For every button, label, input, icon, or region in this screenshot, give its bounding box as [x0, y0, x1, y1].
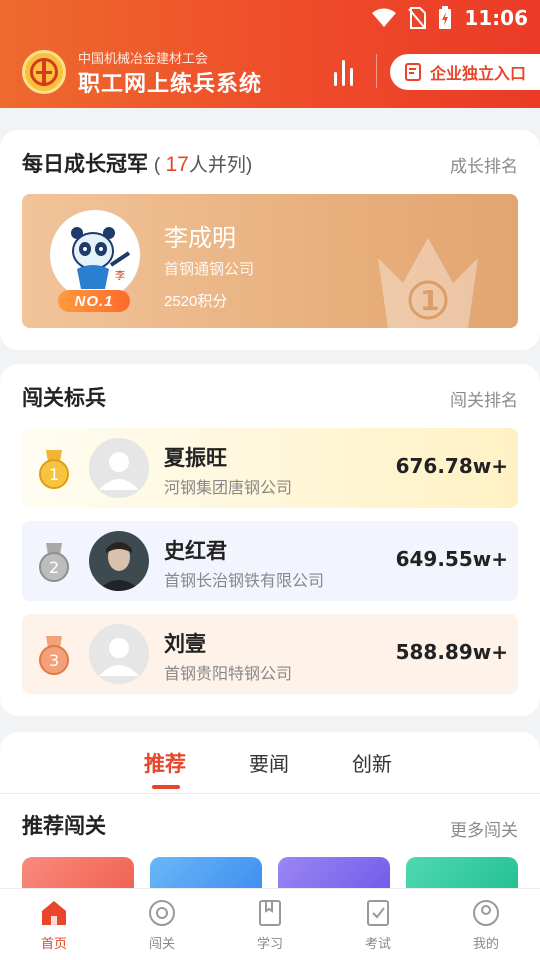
nav-profile[interactable]: 我的 [456, 899, 516, 952]
champion-section-title: 每日成长冠军 ( 17人并列) [22, 153, 253, 176]
user-icon [473, 900, 499, 926]
svg-text:1: 1 [420, 284, 439, 317]
edit-document-icon [405, 63, 421, 81]
home-icon [42, 901, 66, 925]
nav-home[interactable]: 首页 [24, 899, 84, 952]
checkpoint-section-title: 闯关标兵 [22, 387, 106, 410]
champion-name: 李成明 [164, 225, 236, 252]
active-tab-indicator [152, 785, 180, 789]
bar-chart-icon [334, 72, 337, 86]
rank-company: 首钢长治钢铁有限公司 [164, 573, 325, 590]
app-title: 职工网上练兵系统 [78, 71, 263, 96]
default-avatar [89, 438, 149, 498]
checkpoint-ranking-link[interactable]: 闯关排名 [450, 386, 518, 411]
svg-text:2: 2 [49, 558, 59, 577]
more-checkpoints-link[interactable]: 更多闯关 [450, 816, 518, 841]
champion-avatar: 李 [50, 210, 140, 300]
recommend-section: 推荐闯关 更多闯关 [0, 794, 540, 897]
recommend-section-title: 推荐闯关 [22, 815, 106, 838]
svg-text:李: 李 [115, 269, 125, 282]
no-sim-icon [408, 7, 427, 29]
header-divider [376, 54, 377, 88]
default-avatar [89, 624, 149, 684]
svg-text:1: 1 [49, 465, 59, 484]
enterprise-entry-label: 企业独立入口 [430, 66, 527, 83]
no1-badge: NO.1 [58, 290, 130, 312]
status-bar: 11:06 [0, 0, 540, 36]
rank-row-3[interactable]: 3 刘壹 首钢贵阳特钢公司 588.89w+ [22, 614, 518, 694]
book-icon [259, 900, 281, 926]
champion-company: 首钢通钢公司 [164, 261, 255, 278]
rank-row-2[interactable]: 2 史红君 首钢长治钢铁有限公司 649.55w+ [22, 521, 518, 601]
enterprise-entry-button[interactable]: 企业独立入口 [390, 54, 540, 90]
stats-chart-button[interactable] [334, 58, 364, 86]
rank-name: 史红君 [164, 540, 227, 563]
silver-medal-icon: 2 [39, 543, 69, 582]
tie-count: 17 [165, 153, 189, 176]
status-time: 11:06 [464, 6, 528, 30]
content-tabs: 推荐 要闻 创新 [0, 732, 540, 794]
rank-name: 夏振旺 [164, 447, 227, 470]
gold-medal-icon: 1 [39, 450, 69, 489]
union-logo [22, 50, 66, 94]
rank-score: 588.89w+ [395, 640, 508, 664]
rank-company: 首钢贵阳特钢公司 [164, 666, 293, 683]
growth-ranking-link[interactable]: 成长排名 [450, 152, 518, 177]
exam-icon [367, 900, 389, 926]
nav-checkpoint[interactable]: 闯关 [132, 899, 192, 952]
champion-points: 2520积分 [164, 293, 228, 310]
rank-name: 刘壹 [164, 633, 206, 656]
nav-exam[interactable]: 考试 [348, 899, 408, 952]
user-photo-avatar [89, 531, 149, 591]
bottom-navigation: 首页 闯关 学习 考试 我的 [0, 888, 540, 960]
rank-score: 676.78w+ [395, 454, 508, 478]
tab-recommend[interactable]: 推荐 [144, 748, 186, 778]
bronze-medal-icon: 3 [39, 636, 69, 675]
champion-banner[interactable]: 李 NO.1 李成明 首钢通钢公司 2520积分 1 [22, 194, 518, 328]
wifi-icon [372, 8, 397, 27]
tab-innovation[interactable]: 创新 [352, 748, 392, 777]
rank-row-1[interactable]: 1 夏振旺 河钢集团唐钢公司 676.78w+ [22, 428, 518, 508]
rank-company: 河钢集团唐钢公司 [164, 480, 293, 497]
battery-charging-icon [439, 6, 452, 29]
panda-mascot-icon: 李 [53, 213, 137, 297]
daily-champion-card: 每日成长冠军 ( 17人并列) 成长排名 李 NO.1 李成明 首钢通钢公司 2… [0, 130, 540, 350]
app-header: 11:06 中国机械冶金建材工会 职工网上练兵系统 企业独立入口 [0, 0, 540, 108]
org-name: 中国机械冶金建材工会 [78, 51, 209, 66]
crown-icon: 1 [378, 238, 478, 328]
target-icon [149, 900, 175, 926]
nav-study[interactable]: 学习 [240, 899, 300, 952]
svg-text:3: 3 [49, 651, 59, 670]
checkpoint-ranking-card: 闯关标兵 闯关排名 1 夏振旺 河钢集团唐钢公司 676.78w+ 2 史红君 … [0, 364, 540, 716]
tab-news[interactable]: 要闻 [249, 748, 289, 777]
rank-score: 649.55w+ [395, 547, 508, 571]
